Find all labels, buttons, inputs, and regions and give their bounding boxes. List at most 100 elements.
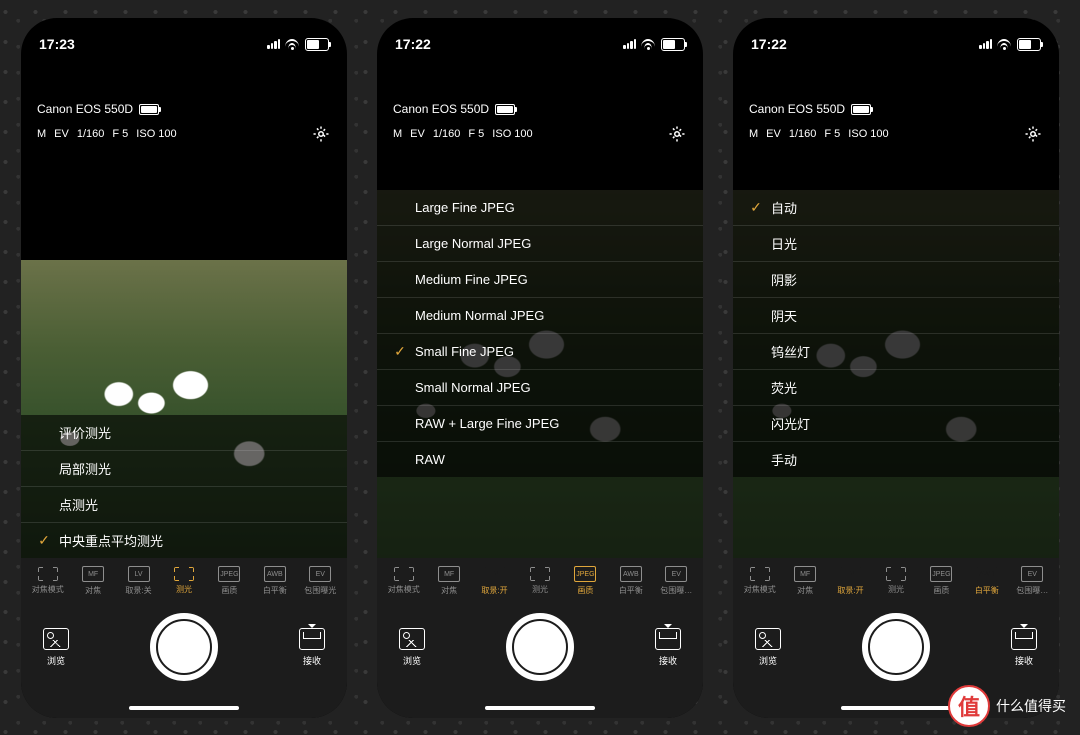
option-row[interactable]: ✓Medium Fine JPEG xyxy=(377,261,703,297)
check-icon: ✓ xyxy=(393,343,407,360)
mode-label: 对焦模式 xyxy=(388,584,420,595)
option-row[interactable]: ✓RAW xyxy=(377,441,703,477)
mode-button[interactable]: 对焦模式 xyxy=(740,567,780,595)
option-row[interactable]: ✓点测光 xyxy=(21,486,347,522)
settings-gear-icon[interactable] xyxy=(311,124,331,144)
mode-button[interactable]: MF对焦 xyxy=(73,566,113,596)
option-row[interactable]: ✓评价测光 xyxy=(21,415,347,450)
option-row[interactable]: ✓手动 xyxy=(733,441,1059,477)
wifi-icon xyxy=(641,39,656,50)
mode-button[interactable]: LV取景:开 xyxy=(475,566,515,596)
mode-button[interactable]: JPEG画质 xyxy=(209,566,249,596)
mode-button[interactable]: 对焦模式 xyxy=(28,567,68,595)
mode-label: 对焦 xyxy=(441,585,457,596)
home-indicator[interactable] xyxy=(841,706,951,710)
option-row[interactable]: ✓闪光灯 xyxy=(733,405,1059,441)
mode-icon: LV xyxy=(840,566,862,582)
shutter-button[interactable] xyxy=(150,613,218,681)
mode-button[interactable]: AWB 白平衡 xyxy=(967,566,1007,596)
option-label: 手动 xyxy=(771,450,797,469)
mode-icon: AWB xyxy=(976,566,998,582)
mode-button[interactable]: JPEG画质 xyxy=(921,566,961,596)
option-row[interactable]: ✓Medium Normal JPEG xyxy=(377,297,703,333)
mode-button[interactable]: EV 包围曝光 xyxy=(300,566,340,596)
mode-button[interactable]: 对焦模式 xyxy=(384,567,424,595)
option-label: 闪光灯 xyxy=(771,414,810,433)
shutter-button[interactable] xyxy=(862,613,930,681)
mode-button[interactable]: AWB白平衡 xyxy=(611,566,651,596)
mode-button[interactable]: 测光 xyxy=(520,567,560,595)
option-label: 日光 xyxy=(771,234,797,253)
option-row[interactable]: ✓局部测光 xyxy=(21,450,347,486)
mode-button[interactable]: 测光 xyxy=(164,567,204,595)
metering-options: ✓评价测光✓局部测光✓点测光✓中央重点平均测光 xyxy=(21,415,347,558)
mode-bar: 对焦模式MF对焦LV取景:关测光JPEG画质AWB白平衡 EV 包围曝光 xyxy=(21,558,347,600)
mode-label: 包围曝光 xyxy=(304,585,336,596)
receive-button[interactable]: 接收 xyxy=(1011,628,1037,667)
option-row[interactable]: ✓钨丝灯 xyxy=(733,333,1059,369)
option-row[interactable]: ✓阴天 xyxy=(733,297,1059,333)
mode-icon: JPEG xyxy=(930,566,952,582)
option-row[interactable]: ✓中央重点平均测光 xyxy=(21,522,347,558)
option-label: 阴天 xyxy=(771,306,797,325)
mode-button[interactable]: LV取景:开 xyxy=(831,566,871,596)
option-row[interactable]: ✓日光 xyxy=(733,225,1059,261)
mode-button[interactable]: JPEG画质 xyxy=(565,566,605,596)
phone-screenshot-2: 17:22 Canon EOS 550D M EV 1/160 F 5 ISO … xyxy=(377,18,703,718)
battery-icon xyxy=(305,38,329,51)
phone-screenshot-1: 17:23 Canon EOS 550D M EV 1/160 F 5 ISO … xyxy=(21,18,347,718)
camera-model: Canon EOS 550D xyxy=(393,102,489,116)
mode-label: 白平衡 xyxy=(975,585,999,596)
mode-icon xyxy=(530,567,550,581)
browse-button[interactable]: 浏览 xyxy=(399,628,425,667)
bottom-controls: 对焦模式 MF 对焦 LV取景:开测光 JPEG画质AWB白平衡EV包围曝… 浏览 接收 xyxy=(377,558,703,718)
mode-icon xyxy=(886,567,906,581)
mode-icon: EV xyxy=(309,566,331,582)
mode-icon xyxy=(38,567,58,581)
mode-button[interactable]: 测光 xyxy=(876,567,916,595)
option-row[interactable]: ✓Large Normal JPEG xyxy=(377,225,703,261)
shutter-button[interactable] xyxy=(506,613,574,681)
browse-button[interactable]: 浏览 xyxy=(755,628,781,667)
wifi-icon xyxy=(997,39,1012,50)
browse-button[interactable]: 浏览 xyxy=(43,628,69,667)
settings-gear-icon[interactable] xyxy=(667,124,687,144)
option-row[interactable]: ✓自动 xyxy=(733,190,1059,225)
receive-button[interactable]: 接收 xyxy=(299,628,325,667)
settings-gear-icon[interactable] xyxy=(1023,124,1043,144)
option-row[interactable]: ✓阴影 xyxy=(733,261,1059,297)
mode-button[interactable]: MF 对焦 xyxy=(429,566,469,596)
exposure-info: M EV 1/160 F 5 ISO 100 xyxy=(393,128,533,140)
option-label: RAW xyxy=(415,452,445,467)
option-row[interactable]: ✓荧光 xyxy=(733,369,1059,405)
viewfinder[interactable]: ✓自动✓日光✓阴影✓阴天✓钨丝灯✓荧光✓闪光灯✓手动 xyxy=(733,190,1059,558)
camera-header: Canon EOS 550D M EV 1/160 F 5 ISO 100 xyxy=(21,64,347,150)
clock: 17:22 xyxy=(395,36,431,52)
home-indicator[interactable] xyxy=(129,706,239,710)
wb-options: ✓自动✓日光✓阴影✓阴天✓钨丝灯✓荧光✓闪光灯✓手动 xyxy=(733,190,1059,477)
mode-button[interactable]: AWB白平衡 xyxy=(255,566,295,596)
mode-label: 测光 xyxy=(532,584,548,595)
mode-icon xyxy=(750,567,770,581)
option-label: 点测光 xyxy=(59,495,98,514)
viewfinder[interactable]: ✓评价测光✓局部测光✓点测光✓中央重点平均测光 xyxy=(21,260,347,558)
option-label: Medium Fine JPEG xyxy=(415,272,528,287)
mode-label: 取景:关 xyxy=(125,585,151,596)
option-row[interactable]: ✓Small Normal JPEG xyxy=(377,369,703,405)
option-row[interactable]: ✓RAW + Large Fine JPEG xyxy=(377,405,703,441)
option-row[interactable]: ✓Large Fine JPEG xyxy=(377,190,703,225)
viewfinder[interactable]: ✓Large Fine JPEG✓Large Normal JPEG✓Mediu… xyxy=(377,190,703,558)
mode-button[interactable]: EV包围曝… xyxy=(656,566,696,596)
receive-button[interactable]: 接收 xyxy=(655,628,681,667)
inbox-icon xyxy=(1011,628,1037,650)
mode-button[interactable]: LV取景:关 xyxy=(119,566,159,596)
option-label: 中央重点平均测光 xyxy=(59,531,163,550)
mode-button[interactable]: EV包围曝… xyxy=(1012,566,1052,596)
home-indicator[interactable] xyxy=(485,706,595,710)
mode-label: 对焦 xyxy=(797,585,813,596)
option-row[interactable]: ✓Small Fine JPEG xyxy=(377,333,703,369)
mode-icon: AWB xyxy=(620,566,642,582)
mode-icon: MF xyxy=(438,566,460,582)
mode-button[interactable]: MF对焦 xyxy=(785,566,825,596)
option-label: Medium Normal JPEG xyxy=(415,308,544,323)
